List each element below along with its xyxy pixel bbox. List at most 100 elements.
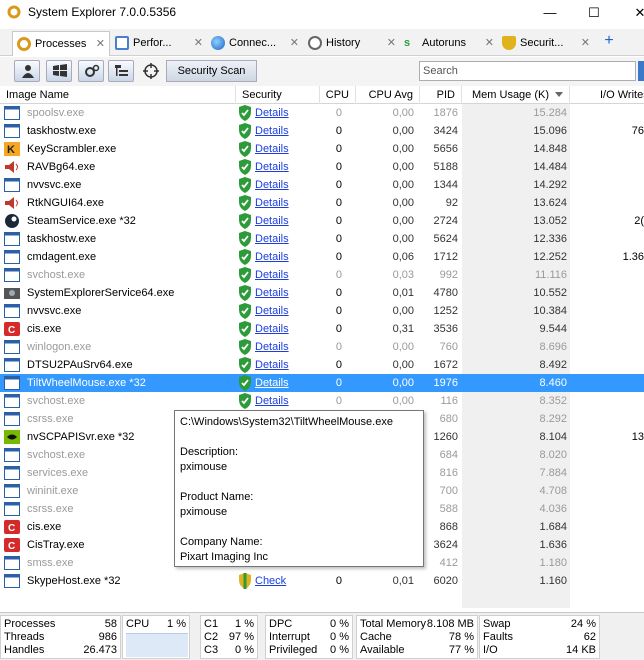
add-tab-button[interactable]: + xyxy=(600,32,618,50)
table-row[interactable]: K KeyScrambler.exe Details 0 0,00 5656 14.848 xyxy=(0,140,644,158)
pid-cell: 816 xyxy=(439,467,458,479)
col-header-cpu[interactable]: CPU xyxy=(320,86,356,104)
table-row[interactable]: RAVBg64.exe Details 0 0,00 5188 14.484 xyxy=(0,158,644,176)
security-details-link[interactable]: Details xyxy=(255,230,289,248)
security-details-link[interactable]: Details xyxy=(255,338,289,356)
table-row[interactable]: TiltWheelMouse.exe *32 Details 0 0,00 1976 8.… xyxy=(0,374,644,392)
security-details-link[interactable]: Details xyxy=(255,374,289,392)
tab-close-icon[interactable]: ✕ xyxy=(485,31,494,55)
table-row[interactable]: cmdagent.exe Details 0 0,06 1712 12.252 1.36 xyxy=(0,248,644,266)
table-row[interactable]: nvvsvc.exe Details 0 0,00 1252 10.384 xyxy=(0,302,644,320)
cpu-avg-cell: 0,00 xyxy=(392,305,414,317)
table-row[interactable]: taskhostw.exe Details 0 0,00 3424 15.096 76 xyxy=(0,122,644,140)
tab-close-icon[interactable]: ✕ xyxy=(290,31,299,55)
tab-label: Processes xyxy=(35,38,87,50)
process-name: cmdagent.exe xyxy=(27,251,97,263)
security-details-link[interactable]: Details xyxy=(255,176,289,194)
col-header-cpu-avg[interactable]: CPU Avg xyxy=(356,86,420,104)
table-row[interactable]: nvvsvc.exe Details 0 0,00 1344 14.292 xyxy=(0,176,644,194)
cpu-avg-cell: 0,00 xyxy=(392,125,414,137)
search-go-button[interactable] xyxy=(638,61,644,81)
shield-check-icon xyxy=(238,321,252,338)
services-button[interactable] xyxy=(78,60,104,82)
find-window-button[interactable] xyxy=(138,60,164,82)
shield-check-icon xyxy=(238,339,252,356)
security-scan-button[interactable]: Security Scan xyxy=(166,60,257,82)
minimize-button[interactable]: — xyxy=(527,0,573,25)
security-details-link[interactable]: Details xyxy=(255,248,289,266)
security-details-link[interactable]: Details xyxy=(255,302,289,320)
pid-cell: 5624 xyxy=(433,233,458,245)
table-row[interactable]: svchost.exe Details 0 0,00 116 8.352 xyxy=(0,392,644,410)
tab-close-icon[interactable]: ✕ xyxy=(581,31,590,55)
io-writes-cell xyxy=(575,464,644,482)
process-name: RtkNGUI64.exe xyxy=(27,197,105,209)
tooltip-product: pximouse xyxy=(180,506,228,518)
tab-close-icon[interactable]: ✕ xyxy=(387,31,396,55)
security-details-link[interactable]: Details xyxy=(255,158,289,176)
tab-performance[interactable]: Perfor... ✕ xyxy=(111,31,207,56)
globe-icon xyxy=(211,36,225,50)
maximize-button[interactable]: ☐ xyxy=(571,0,617,25)
tab-processes[interactable]: Processes ✕ xyxy=(12,31,110,56)
close-button[interactable]: ✕ xyxy=(617,0,644,25)
status-total-memory-value: 8.108 MB xyxy=(426,618,474,630)
tab-close-icon[interactable]: ✕ xyxy=(96,32,105,56)
security-details-link[interactable]: Details xyxy=(255,122,289,140)
nvidia-icon xyxy=(4,430,20,444)
table-row[interactable]: taskhostw.exe Details 0 0,00 5624 12.336 xyxy=(0,230,644,248)
tab-history[interactable]: History ✕ xyxy=(304,31,400,56)
security-details-link[interactable]: Details xyxy=(255,104,289,122)
status-interrupt-label: Interrupt xyxy=(269,631,310,643)
window-icon xyxy=(4,484,20,498)
pid-cell: 684 xyxy=(439,449,458,461)
status-faults-value: 62 xyxy=(583,631,596,643)
table-row[interactable]: DTSU2PAuSrv64.exe Details 0 0,00 1672 8.492 xyxy=(0,356,644,374)
security-details-link[interactable]: Details xyxy=(255,212,289,230)
window-icon xyxy=(4,448,20,462)
table-row[interactable]: winlogon.exe Details 0 0,00 760 8.696 xyxy=(0,338,644,356)
tab-connections[interactable]: Connec... ✕ xyxy=(207,31,303,56)
pid-cell: 1976 xyxy=(433,377,458,389)
status-total-memory-label: Total Memory xyxy=(360,618,427,630)
table-row[interactable]: RtkNGUI64.exe Details 0 0,00 92 13.624 xyxy=(0,194,644,212)
mem-usage-cell: 13.052 xyxy=(533,215,567,227)
users-button[interactable] xyxy=(14,60,40,82)
table-row[interactable]: SkypeHost.exe *32 Check 0 0,01 6020 1.160 xyxy=(0,572,644,590)
col-header-mem[interactable]: Mem Usage (K) xyxy=(462,86,570,104)
search-input[interactable]: Search xyxy=(419,61,636,81)
security-details-link[interactable]: Details xyxy=(255,194,289,212)
security-details-link[interactable]: Details xyxy=(255,392,289,410)
table-row[interactable]: SystemExplorerService64.exe Details 0 0,01 4… xyxy=(0,284,644,302)
security-details-link[interactable]: Details xyxy=(255,140,289,158)
col-header-pid[interactable]: PID xyxy=(420,86,462,104)
shield-check-icon xyxy=(238,285,252,302)
security-details-link[interactable]: Details xyxy=(255,266,289,284)
security-cell: Details xyxy=(238,140,318,158)
status-c1-label: C1 xyxy=(204,618,219,630)
windows-button[interactable] xyxy=(46,60,72,82)
col-header-security[interactable]: Security xyxy=(236,86,320,104)
security-details-link[interactable]: Details xyxy=(255,320,289,338)
cpu-avg-cell: 0,00 xyxy=(392,341,414,353)
window-icon xyxy=(4,232,20,246)
security-cell: Details xyxy=(238,194,318,212)
mem-usage-cell: 8.460 xyxy=(539,377,567,389)
process-name: taskhostw.exe xyxy=(27,125,97,137)
cpu-avg-cell: 0,00 xyxy=(392,143,414,155)
col-header-io[interactable]: I/O Writes xyxy=(570,86,644,104)
io-writes-cell xyxy=(575,392,644,410)
security-details-link[interactable]: Check xyxy=(255,572,286,590)
tab-close-icon[interactable]: ✕ xyxy=(194,31,203,55)
table-row[interactable]: spoolsv.exe Details 0 0,00 1876 15.284 xyxy=(0,104,644,122)
tab-security[interactable]: Securit... ✕ xyxy=(498,31,594,56)
tree-view-button[interactable] xyxy=(108,60,134,82)
table-row[interactable]: SteamService.exe *32 Details 0 0,00 2724 13.0… xyxy=(0,212,644,230)
col-header-name[interactable]: Image Name xyxy=(0,86,236,104)
security-details-link[interactable]: Details xyxy=(255,356,289,374)
table-row[interactable]: svchost.exe Details 0 0,03 992 11.116 xyxy=(0,266,644,284)
security-details-link[interactable]: Details xyxy=(255,284,289,302)
table-row[interactable]: Ccis.exe Details 0 0,31 3536 9.544 xyxy=(0,320,644,338)
tab-autoruns[interactable]: s Autoruns ✕ xyxy=(400,31,498,56)
security-cell: Details xyxy=(238,266,318,284)
